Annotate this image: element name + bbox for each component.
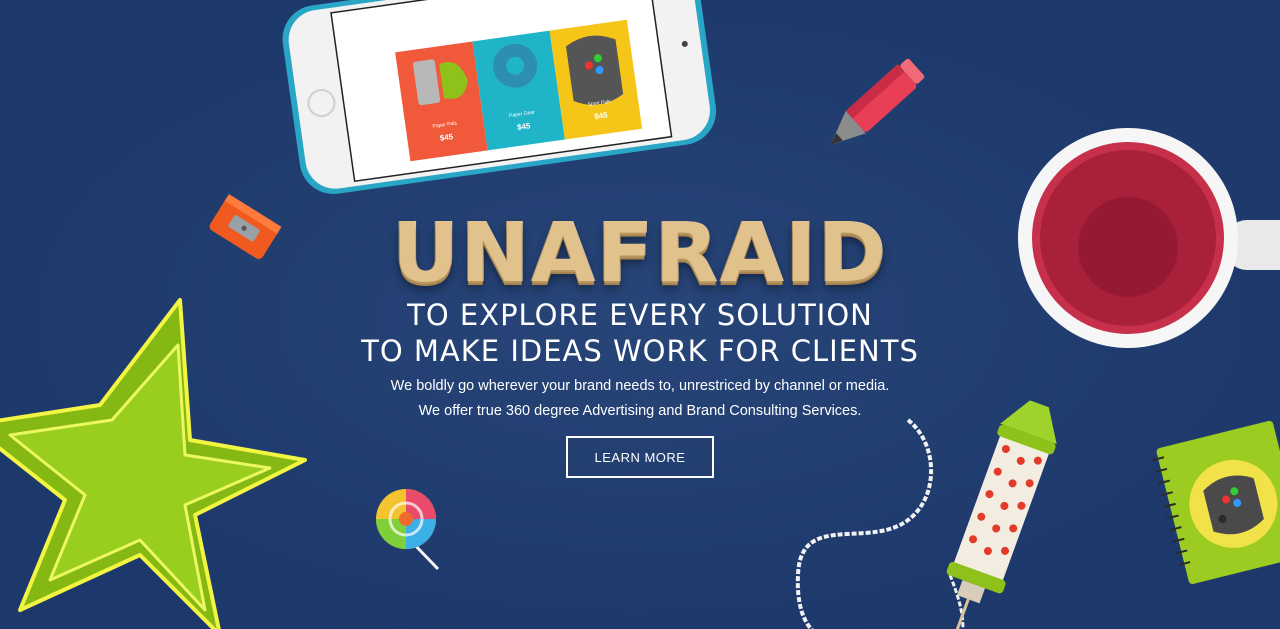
phone-illustration: Paper Pals $45 Paper Gear $45 Sport Pals… bbox=[282, 0, 717, 194]
product-price: $45 bbox=[516, 121, 531, 132]
learn-more-button[interactable]: LEARN MORE bbox=[566, 436, 714, 478]
product-price: $45 bbox=[594, 110, 609, 121]
phone-product-panel-1: Paper Pals $45 bbox=[395, 41, 488, 162]
phone-product-panel-3: Sport Pals $45 bbox=[549, 19, 643, 140]
hero-description-line-2: We offer true 360 degree Advertising and… bbox=[418, 403, 862, 419]
hero-headline: UNAFRAID bbox=[392, 206, 888, 301]
notebook-icon bbox=[1152, 420, 1280, 585]
product-price: $45 bbox=[439, 132, 454, 143]
hero-subheading-line-2: TO MAKE IDEAS WORK FOR CLIENTS bbox=[361, 334, 919, 368]
firework-rocket-icon bbox=[946, 400, 1057, 629]
hero-banner: Paper Pals $45 Paper Gear $45 Sport Pals… bbox=[0, 0, 1280, 629]
lollipop-icon bbox=[376, 489, 440, 571]
pencil-icon bbox=[830, 58, 925, 145]
hero-subheading-line-1: TO EXPLORE EVERY SOLUTION bbox=[407, 298, 873, 332]
hero-description-line-1: We boldly go wherever your brand needs t… bbox=[390, 378, 890, 394]
phone-product-panel-2: Paper Gear $45 bbox=[472, 30, 565, 151]
